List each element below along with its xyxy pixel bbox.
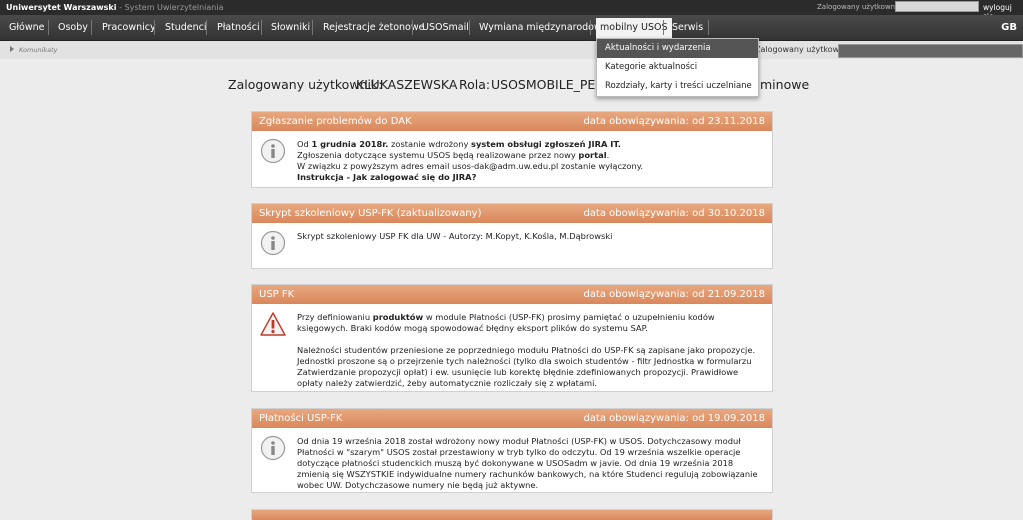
caret-right-icon [10, 46, 14, 52]
text-bold: 1 grudnia 2018r. [311, 139, 389, 149]
language-switch[interactable]: GB [1001, 15, 1017, 40]
login-label: Zalogowany użytkownik: [817, 3, 904, 11]
brand-name: Uniwersytet Warszawski [6, 3, 117, 12]
top-bar: Uniwersytet Warszawski - System Uwierzyt… [0, 0, 1023, 21]
card-body: Przy definiowaniu produktów w module Pła… [252, 304, 772, 395]
announcement-card: Płatności USP-FK data obowiązywania: od … [251, 408, 773, 493]
portal-link[interactable]: portal [578, 150, 606, 160]
text-bold: system obsługi zgłoszeń JIRA IT. [471, 139, 621, 149]
card-date: data obowiązywania: od 19.09.2018 [583, 413, 765, 424]
card-text: Przy definiowaniu produktów w module Pła… [297, 312, 762, 334]
nav-separator [708, 20, 709, 35]
card-body: Od 1 grudnia 2018r. zostanie wdrożony sy… [252, 131, 772, 189]
nav-separator [154, 20, 155, 35]
card-header: Zgłaszanie problemów do DAK data obowiąz… [252, 112, 772, 131]
card-title: Skrypt szkoleniowy USP-FK (zaktualizowan… [259, 208, 482, 219]
announcement-card: Skrypt szkoleniowy USP-FK (zaktualizowan… [251, 203, 773, 269]
card-body: Skrypt szkoleniowy USP FK dla UW - Autor… [252, 223, 772, 256]
card-title: Zgłaszanie problemów do DAK [259, 116, 412, 127]
nav-item-glowne[interactable]: Główne [9, 15, 45, 40]
card-title: Płatności USP-FK [259, 413, 343, 424]
nav-separator [312, 20, 313, 35]
card-text: Należności studentów przeniesione ze pop… [297, 345, 756, 388]
nav-separator [469, 20, 470, 35]
nav-item-studenci[interactable]: Studenci [165, 15, 207, 40]
announcement-card: USP FK data obowiązywania: od 21.09.2018… [251, 284, 773, 392]
nav-item-wymiana[interactable]: Wymiana międzynarodowa [479, 15, 608, 40]
nav-separator [412, 20, 413, 35]
card-body: Od dnia 19 września 2018 został wdrożony… [252, 428, 772, 497]
mobilny-usos-dropdown: Aktualności i wydarzenia Kategorie aktua… [596, 38, 759, 97]
user-role-label: Rola: [459, 77, 491, 92]
card-header: Skrypt szkoleniowy USP-FK (zaktualizowan… [252, 204, 772, 223]
breadcrumb: Komunikaty Zalogowany użytkownik: [0, 41, 1023, 59]
announcement-card-partial [251, 509, 773, 520]
nav-separator [590, 20, 591, 35]
card-text: Od dnia 19 września 2018 został wdrożony… [297, 436, 758, 490]
text-run: W związku z powyższym adres email usos-d… [297, 161, 644, 171]
card-header: USP FK data obowiązywania: od 21.09.2018 [252, 285, 772, 304]
announcement-card: Zgłaszanie problemów do DAK data obowiąz… [251, 111, 773, 188]
nav-item-osoby[interactable]: Osoby [58, 15, 88, 40]
nav-item-mobilny-usos[interactable]: mobilny USOS [596, 18, 672, 38]
login-field-secondary[interactable] [838, 44, 1023, 58]
text-bold: produktów [372, 312, 424, 322]
nav-item-slowniki[interactable]: Słowniki [271, 15, 310, 40]
info-icon [260, 435, 286, 461]
card-date: data obowiązywania: od 30.10.2018 [583, 208, 765, 219]
card-title: USP FK [259, 289, 295, 300]
warning-icon [260, 312, 286, 336]
nav-separator [206, 20, 207, 35]
breadcrumb-item[interactable]: Komunikaty [19, 46, 58, 54]
dropdown-item-aktualnosci[interactable]: Aktualności i wydarzenia [597, 39, 758, 58]
text-run: Przy definiowaniu [297, 312, 373, 322]
nav-item-usosmail[interactable]: USOSmail [422, 15, 469, 40]
nav-separator [663, 20, 664, 35]
dropdown-item-kategorie[interactable]: Kategorie aktualności [597, 58, 758, 77]
card-text: Od 1 grudnia 2018r. zostanie wdrożony sy… [297, 139, 644, 182]
card-text[interactable]: Skrypt szkoleniowy USP FK dla UW - Autor… [297, 231, 762, 242]
nav-separator [91, 20, 92, 35]
text-run: zostanie wdrożony [388, 139, 472, 149]
info-icon [260, 138, 286, 164]
login-field[interactable] [895, 1, 979, 12]
card-header [252, 510, 772, 520]
nav-separator [48, 20, 49, 35]
text-run: Od [297, 139, 312, 149]
user-login-value: KLUKASZEWSKA [356, 77, 458, 92]
info-icon [260, 230, 286, 256]
nav-item-serwis[interactable]: Serwis [672, 15, 703, 40]
brand: Uniwersytet Warszawski - System Uwierzyt… [6, 3, 224, 12]
text-run: Zgłoszenia dotyczące systemu USOS będą r… [297, 150, 579, 160]
nav-item-rejestracje[interactable]: Rejestracje żetonowe [323, 15, 424, 40]
card-date: data obowiązywania: od 21.09.2018 [583, 289, 765, 300]
main-nav: Główne Osoby Pracownicy Studenci Płatnoś… [0, 15, 1023, 41]
system-name: - System Uwierzytelniania [119, 3, 224, 12]
dropdown-item-rozdzialy[interactable]: Rozdziały, karty i treści uczelniane [597, 77, 758, 96]
card-date: data obowiązywania: od 23.11.2018 [583, 116, 765, 127]
nav-item-platnosci[interactable]: Płatności [217, 15, 260, 40]
nav-item-pracownicy[interactable]: Pracownicy [102, 15, 156, 40]
user-role-suffix: minowe [760, 77, 810, 92]
nav-separator [261, 20, 262, 35]
card-header: Płatności USP-FK data obowiązywania: od … [252, 409, 772, 428]
instruction-link[interactable]: Instrukcja - Jak zalogować się do JIRA? [297, 172, 476, 182]
